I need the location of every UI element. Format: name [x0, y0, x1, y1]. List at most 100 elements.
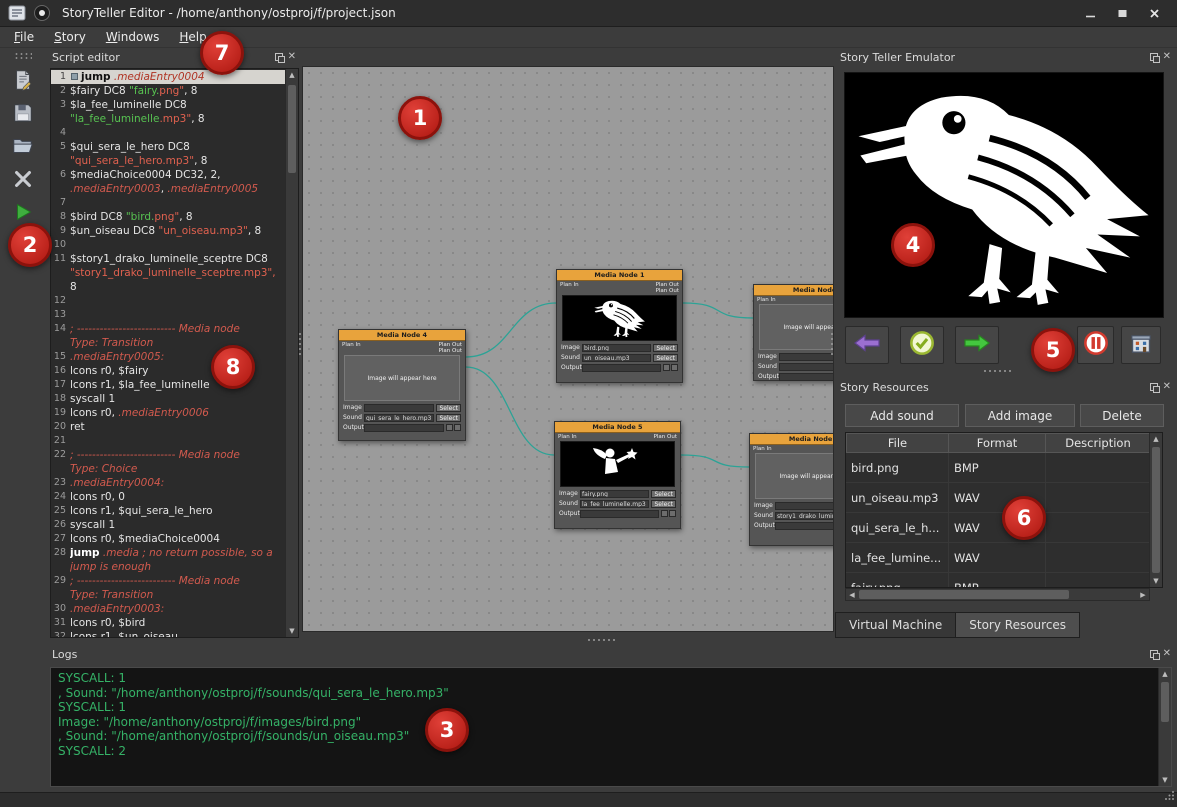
scroll-right-icon[interactable]: ▶: [1137, 591, 1149, 599]
node-field-value[interactable]: story1_drako_luminelle_sceptre.mp3: [775, 512, 834, 520]
scroll-up-icon[interactable]: ▲: [1159, 668, 1171, 680]
node-control[interactable]: [663, 364, 670, 371]
media-node[interactable]: Media Node 4Plan InPlan OutPlan OutImage…: [338, 329, 466, 441]
column-header-format[interactable]: Format: [949, 433, 1046, 453]
node-title[interactable]: Media Node 3: [750, 434, 834, 445]
delete-button[interactable]: Delete: [1080, 404, 1164, 427]
menu-story[interactable]: Story: [54, 30, 86, 44]
node-field-value[interactable]: [775, 502, 834, 510]
panel-splitter[interactable]: [984, 370, 1011, 372]
node-title[interactable]: Media Node 5: [555, 422, 680, 433]
node-port-out[interactable]: Plan Out: [654, 434, 677, 440]
save-button[interactable]: [8, 100, 38, 130]
node-title[interactable]: Media Node 4: [339, 330, 465, 341]
toolbar-drag-handle[interactable]: [14, 52, 32, 59]
media-node[interactable]: Media Node 5Plan InPlan Out Imagefairy.p…: [554, 421, 681, 529]
open-button[interactable]: [8, 133, 38, 163]
float-panel-icon[interactable]: [1150, 650, 1158, 658]
close-panel-icon[interactable]: ✕: [1163, 53, 1171, 61]
media-node[interactable]: Media Node 2Plan InPlan OutImage will ap…: [753, 284, 834, 381]
close-panel-icon[interactable]: ✕: [288, 53, 296, 61]
float-panel-icon[interactable]: [275, 53, 283, 61]
maximize-button[interactable]: [1107, 3, 1137, 23]
node-field-value[interactable]: [364, 424, 444, 432]
scroll-down-icon[interactable]: ▼: [1150, 575, 1162, 587]
select-button[interactable]: Select: [653, 354, 678, 362]
resize-grip[interactable]: [1164, 786, 1175, 805]
media-node[interactable]: Media Node 3Plan InPlan OutImage will ap…: [749, 433, 834, 546]
table-row[interactable]: fairy.pngBMP: [846, 573, 1149, 587]
node-canvas[interactable]: Media Node 4Plan InPlan OutPlan OutImage…: [302, 66, 834, 632]
tab-story-resources[interactable]: Story Resources: [956, 612, 1080, 638]
table-hscrollbar[interactable]: ◀ ▶: [845, 588, 1150, 601]
node-field-value[interactable]: [779, 363, 834, 371]
node-field-value[interactable]: [779, 353, 834, 361]
close-panel-icon[interactable]: ✕: [1163, 650, 1171, 658]
node-port-in[interactable]: Plan In: [342, 342, 361, 354]
scroll-up-icon[interactable]: ▲: [286, 69, 298, 81]
pause-button[interactable]: [1077, 326, 1114, 364]
previous-button[interactable]: [845, 326, 889, 364]
table-scrollbar[interactable]: ▲ ▼: [1149, 433, 1162, 587]
select-button[interactable]: Select: [651, 490, 676, 498]
float-panel-icon[interactable]: [1150, 383, 1158, 391]
node-field-value[interactable]: [582, 364, 661, 372]
select-button[interactable]: Select: [651, 500, 676, 508]
table-row[interactable]: qui_sera_le_h...WAV: [846, 513, 1149, 543]
node-field-value[interactable]: [775, 522, 834, 530]
column-header-file[interactable]: File: [846, 433, 949, 453]
close-panel-icon[interactable]: ✕: [1163, 383, 1171, 391]
select-button[interactable]: Select: [653, 344, 678, 352]
splitter-handle[interactable]: [299, 333, 301, 355]
menu-file[interactable]: File: [14, 30, 34, 44]
scroll-up-icon[interactable]: ▲: [1150, 433, 1162, 445]
column-header-description[interactable]: Description: [1046, 433, 1149, 453]
minimize-button[interactable]: [1075, 3, 1105, 23]
node-port-out[interactable]: Plan Out: [439, 348, 462, 354]
logs-scrollbar[interactable]: ▲ ▼: [1158, 668, 1171, 786]
node-control[interactable]: [671, 364, 678, 371]
close-project-button[interactable]: [8, 166, 38, 196]
node-port-in[interactable]: Plan In: [558, 434, 577, 440]
node-control[interactable]: [661, 510, 668, 517]
node-port-in[interactable]: Plan In: [757, 297, 776, 303]
scrollbar-thumb[interactable]: [1161, 682, 1169, 722]
table-row[interactable]: la_fee_lumine...WAV: [846, 543, 1149, 573]
node-port-in[interactable]: Plan In: [753, 446, 772, 452]
node-port-in[interactable]: Plan In: [560, 282, 579, 294]
node-title[interactable]: Media Node 1: [557, 270, 682, 281]
ok-button[interactable]: [900, 326, 944, 364]
next-button[interactable]: [955, 326, 999, 364]
add-sound-button[interactable]: Add sound: [845, 404, 959, 427]
scrollbar-thumb[interactable]: [1152, 447, 1160, 573]
node-field-value[interactable]: qui_sera_le_hero.mp3: [364, 414, 434, 422]
select-button[interactable]: Select: [436, 414, 461, 422]
add-image-button[interactable]: Add image: [965, 404, 1075, 427]
node-control[interactable]: [454, 424, 461, 431]
node-field-value[interactable]: la_fee_luminelle.mp3: [580, 500, 649, 508]
splitter-handle[interactable]: [588, 639, 615, 641]
scroll-left-icon[interactable]: ◀: [846, 591, 858, 599]
node-field-value[interactable]: bird.png: [582, 344, 651, 352]
node-title[interactable]: Media Node 2: [754, 285, 834, 296]
node-field-value[interactable]: fairy.png: [580, 490, 649, 498]
node-control[interactable]: [669, 510, 676, 517]
script-editor-scrollbar[interactable]: ▲ ▼: [285, 69, 298, 637]
node-field-value[interactable]: un_oiseau.mp3: [582, 354, 651, 362]
node-field-value[interactable]: [779, 373, 834, 381]
select-button[interactable]: Select: [436, 404, 461, 412]
splitter-handle[interactable]: [831, 333, 833, 355]
home-button[interactable]: [1121, 326, 1161, 364]
node-control[interactable]: [446, 424, 453, 431]
scrollbar-thumb[interactable]: [859, 590, 1069, 599]
scrollbar-thumb[interactable]: [288, 85, 296, 173]
table-row[interactable]: un_oiseau.mp3WAV: [846, 483, 1149, 513]
node-port-out[interactable]: Plan Out: [656, 288, 679, 294]
node-field-value[interactable]: [364, 404, 434, 412]
media-node[interactable]: Media Node 1Plan InPlan OutPlan Out Imag…: [556, 269, 683, 383]
scroll-down-icon[interactable]: ▼: [286, 625, 298, 637]
new-script-button[interactable]: [8, 67, 38, 97]
script-editor[interactable]: 1jump .mediaEntry00042$fairy DC8 "fairy.…: [50, 68, 299, 638]
node-field-value[interactable]: [580, 510, 659, 518]
tab-virtual-machine[interactable]: Virtual Machine: [835, 612, 956, 638]
